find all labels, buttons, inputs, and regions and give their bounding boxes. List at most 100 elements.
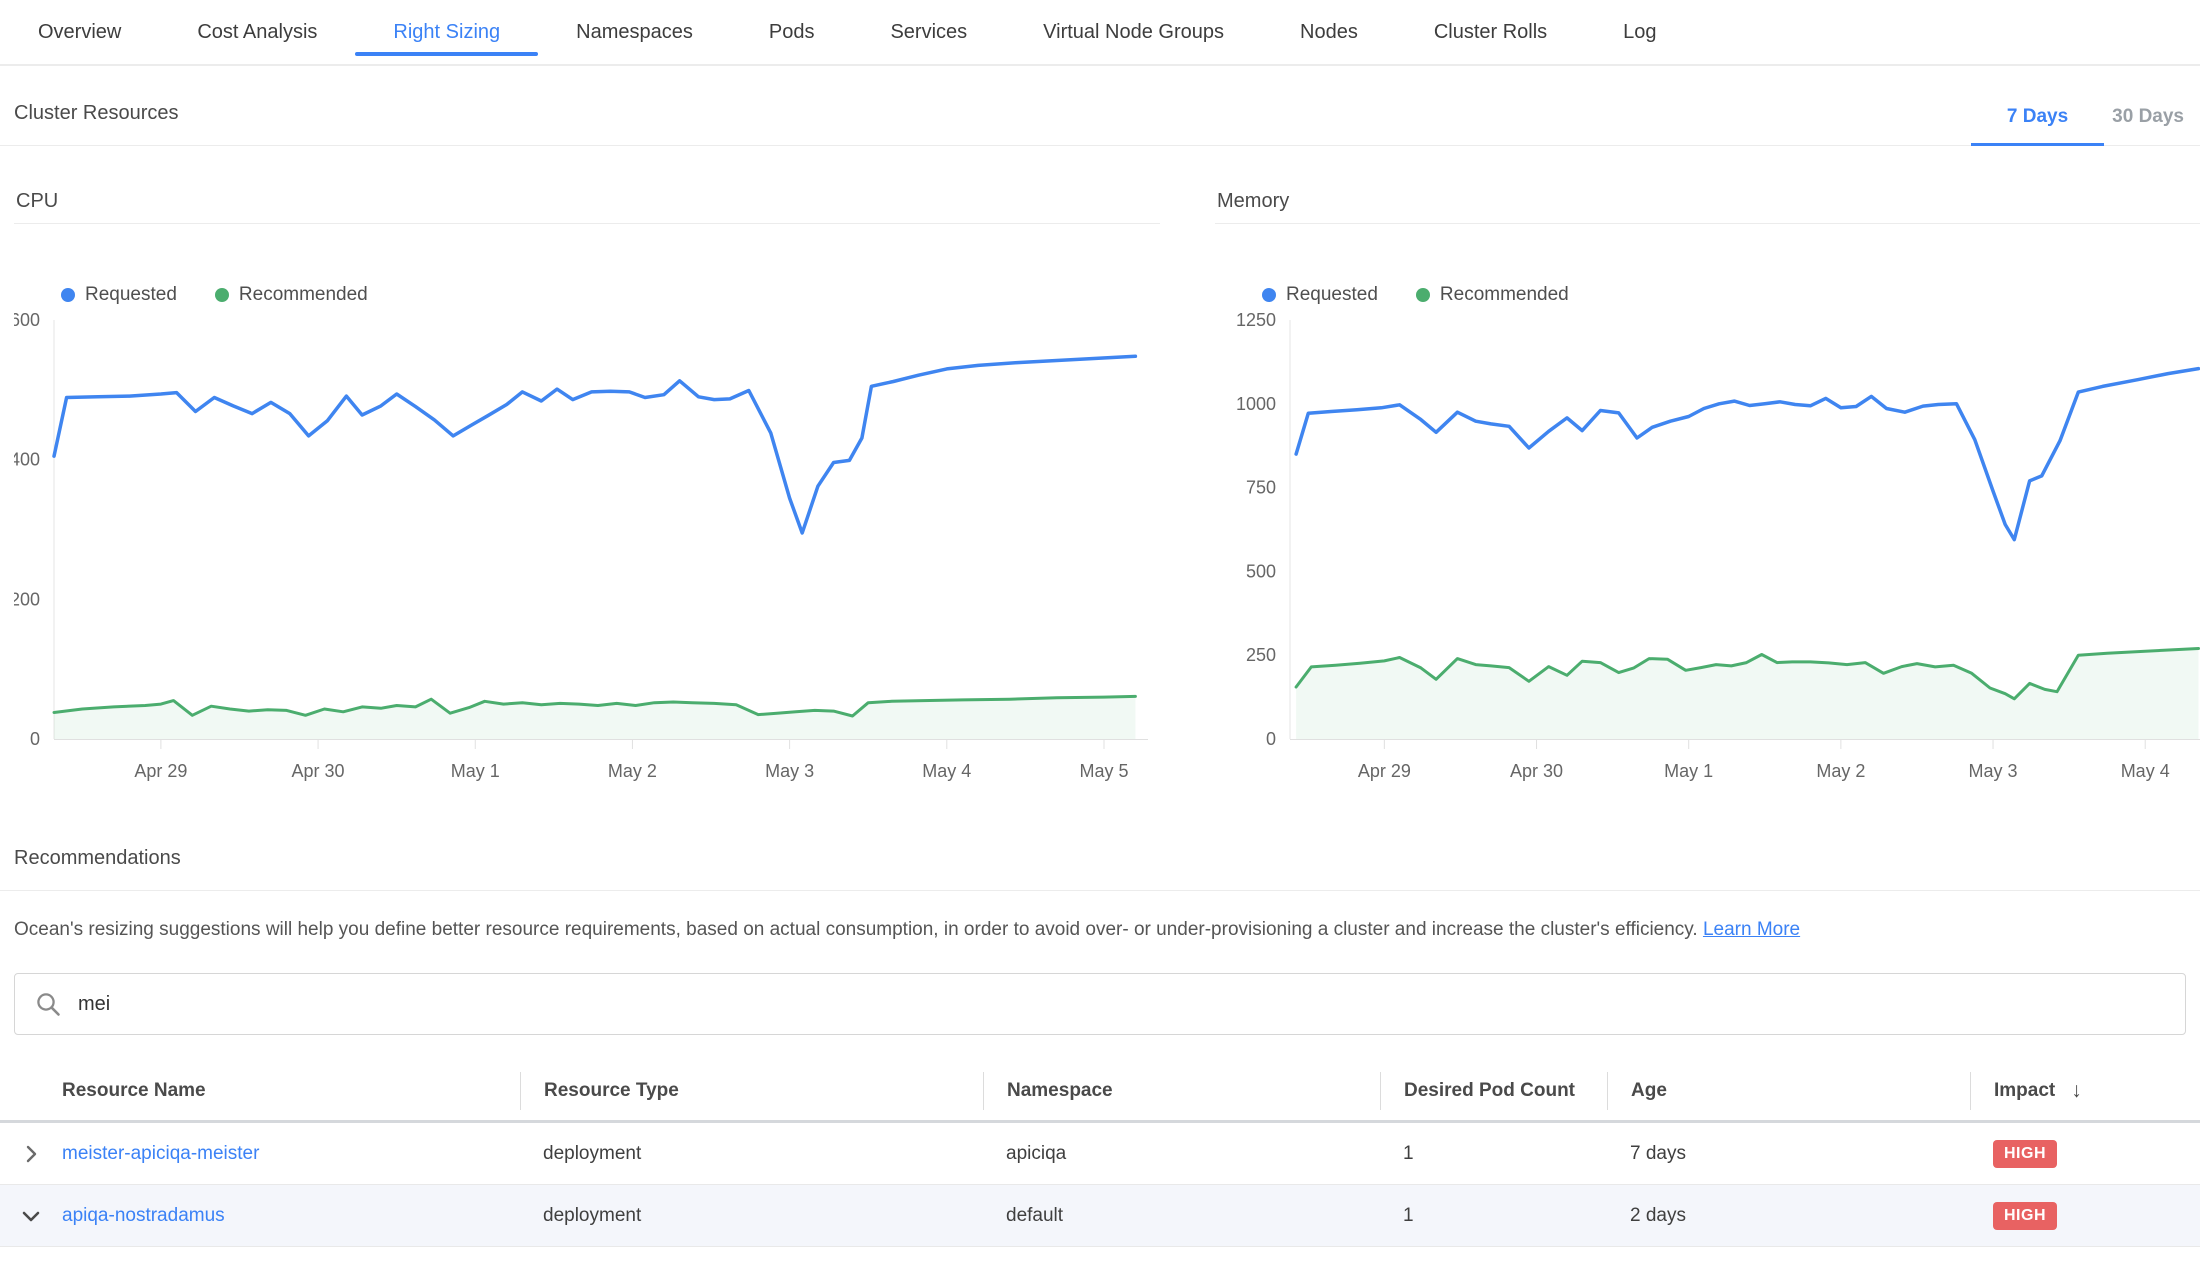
cpu-chart-host: 0200400600Apr 29Apr 30May 1May 2May 3May… [14,308,1160,789]
sort-descending-icon[interactable]: ↓ [2071,1079,2082,1103]
legend-label: Recommended [1440,284,1569,306]
column-header-label: Namespace [1007,1080,1113,1102]
learn-more-link[interactable]: Learn More [1703,919,1800,940]
tab-log[interactable]: Log [1585,0,1694,64]
cpu-panel: CPU RequestedRecommended 0200400600Apr 2… [14,146,1160,789]
memory-chart-title: Memory [1215,146,2200,224]
memory-chart: 025050075010001250Apr 29Apr 30May 1May 2… [1215,308,2200,784]
x-axis-tick-label: Apr 30 [1510,761,1563,781]
y-axis-tick-label: 200 [14,589,40,609]
y-axis-tick-label: 600 [14,310,40,330]
charts-row: CPU RequestedRecommended 0200400600Apr 2… [0,146,2200,789]
search-input[interactable] [78,993,2165,1016]
x-axis-tick-label: May 2 [608,761,657,781]
cpu-legend-recommended[interactable]: Recommended [215,284,368,306]
cluster-resources-title: Cluster Resources [14,66,179,145]
resource-name-link[interactable]: meister-apiciqa-meister [62,1143,259,1165]
legend-label: Requested [85,284,177,306]
column-header-age[interactable]: Age [1607,1072,1970,1110]
table-header: Resource Name Resource Type Namespace Desir… [0,1061,2200,1123]
desired-pod-count-cell: 1 [1380,1143,1607,1165]
recommendations-description-text: Ocean's resizing suggestions will help y… [14,919,1698,940]
tab-bar: OverviewCost AnalysisRight SizingNamespa… [0,0,2200,66]
table-row[interactable]: apiqa-nostradamus deploymentdefault12 day… [0,1185,2200,1247]
recommendations-description: Ocean's resizing suggestions will help y… [14,919,2186,941]
x-axis-tick-label: May 4 [922,761,971,781]
tab-namespaces[interactable]: Namespaces [538,0,731,64]
cpu-chart: 0200400600Apr 29Apr 30May 1May 2May 3May… [14,308,1160,784]
recommendations-title: Recommendations [14,789,2200,890]
resource-name-link[interactable]: apiqa-nostradamus [62,1205,225,1227]
tab-cost-analysis[interactable]: Cost Analysis [159,0,355,64]
legend-label: Recommended [239,284,368,306]
resource-name-cell: meister-apiciqa-meister [0,1142,520,1166]
impact-badge: HIGH [1993,1202,2057,1230]
tab-nodes[interactable]: Nodes [1262,0,1396,64]
memory-legend: Requested Recommended [1262,284,2200,306]
legend-dot-icon [61,288,75,302]
resource-type-cell: deployment [520,1143,983,1165]
tab-overview[interactable]: Overview [0,0,159,64]
recommendations-header: Recommendations [0,789,2200,891]
desired-pod-count-cell: 1 [1380,1205,1607,1227]
cluster-resources-header: Cluster Resources 7 Days 30 Days [0,66,2200,146]
cpu-legend-requested[interactable]: Requested [61,284,177,306]
search-box[interactable] [14,973,2186,1035]
x-axis-tick-label: May 2 [1816,761,1865,781]
expand-row-chevron-icon[interactable] [0,1142,62,1166]
age-cell: 2 days [1607,1205,1970,1227]
cpu-recommended-area [54,696,1135,739]
column-header-resource-name[interactable]: Resource Name [0,1072,520,1110]
legend-dot-icon [215,288,229,302]
namespace-cell: default [983,1205,1380,1227]
impact-cell: HIGH [1970,1202,2200,1230]
y-axis-tick-label: 500 [1246,561,1276,581]
y-axis-tick-label: 0 [1266,729,1276,749]
legend-dot-icon [1416,288,1430,302]
x-axis-tick-label: May 1 [451,761,500,781]
y-axis-tick-label: 750 [1246,478,1276,498]
impact-badge: HIGH [1993,1140,2057,1168]
legend-label: Requested [1286,284,1378,306]
x-axis-tick-label: May 4 [2121,761,2170,781]
memory-panel: Memory RequestedRecommended 025050075010… [1215,146,2200,789]
x-axis-tick-label: May 3 [765,761,814,781]
resource-type-cell: deployment [520,1205,983,1227]
collapse-row-chevron-icon[interactable] [0,1204,62,1228]
x-axis-tick-label: Apr 29 [134,761,187,781]
cpu-requested-line [54,356,1135,533]
recommendations-section: Recommendations Ocean's resizing suggest… [0,789,2200,1247]
time-range-tabs: 7 Days 30 Days [2007,106,2200,145]
cpu-legend: Requested Recommended [61,284,1160,306]
tab-services[interactable]: Services [852,0,1005,64]
memory-requested-line [1296,369,2198,540]
y-axis-tick-label: 0 [30,729,40,749]
x-axis-tick-label: Apr 29 [1358,761,1411,781]
memory-legend-requested[interactable]: Requested [1262,284,1378,306]
tab-cluster-rolls[interactable]: Cluster Rolls [1396,0,1585,64]
tab-right-sizing[interactable]: Right Sizing [355,0,538,64]
range-7-days[interactable]: 7 Days [2007,106,2068,145]
table-row[interactable]: meister-apiciqa-meisterdeploymentapiciqa… [0,1123,2200,1185]
recommendations-table: Resource Name Resource Type Namespace Desir… [0,1061,2200,1247]
memory-legend-recommended[interactable]: Recommended [1416,284,1569,306]
column-header-namespace[interactable]: Namespace [983,1072,1380,1110]
memory-chart-host: 025050075010001250Apr 29Apr 30May 1May 2… [1215,308,2200,789]
tab-pods[interactable]: Pods [731,0,853,64]
impact-cell: HIGH [1970,1140,2200,1168]
page: { "tab_bar": { "tabs": [ {"label": "Over… [0,0,2200,1264]
column-header-impact[interactable]: Impact ↓ [1970,1072,2200,1110]
legend-dot-icon [1262,288,1276,302]
column-header-label: Resource Type [544,1080,679,1102]
age-cell: 7 days [1607,1143,1970,1165]
column-header-resource-type[interactable]: Resource Type [520,1072,983,1110]
tab-virtual-node-groups[interactable]: Virtual Node Groups [1005,0,1262,64]
column-header-label: Desired Pod Count [1404,1080,1575,1102]
range-30-days[interactable]: 30 Days [2112,106,2184,145]
column-header-desired-pod-count[interactable]: Desired Pod Count [1380,1072,1607,1110]
resource-name-cell: apiqa-nostradamus [0,1204,520,1228]
search-icon [35,991,62,1018]
column-header-label: Impact [1994,1080,2055,1102]
column-header-label: Age [1631,1080,1667,1102]
y-axis-tick-label: 1250 [1236,310,1276,330]
